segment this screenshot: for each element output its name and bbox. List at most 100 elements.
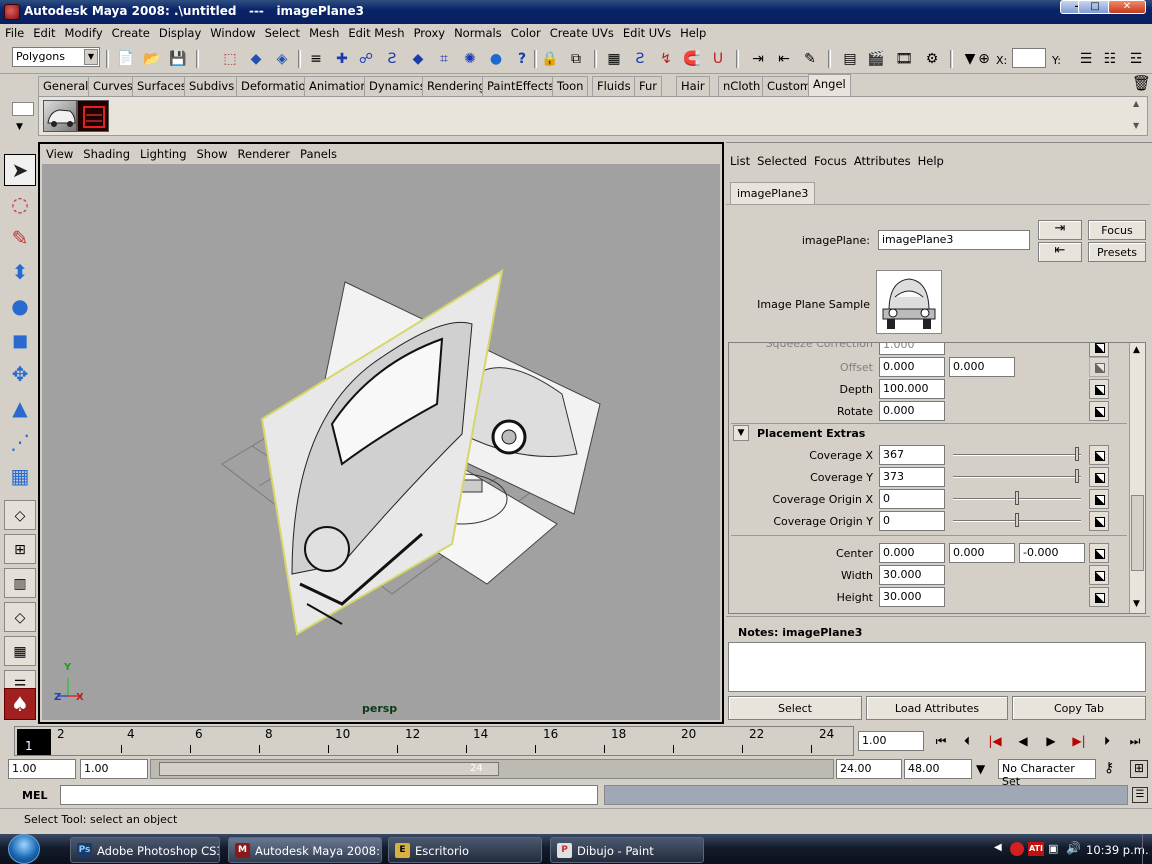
tray-ati-icon[interactable]: ATI bbox=[1028, 842, 1044, 856]
scale-tool-icon[interactable]: ◼ bbox=[4, 324, 36, 356]
map-button-icon[interactable] bbox=[1089, 565, 1109, 585]
absolute-transform-icon[interactable]: ⊕ bbox=[974, 49, 994, 69]
viewport-menu-view[interactable]: View bbox=[40, 144, 77, 161]
trash-icon[interactable]: 🗑 bbox=[1132, 74, 1151, 92]
current-frame-marker[interactable]: 1 bbox=[17, 729, 51, 755]
layout-single-perspective-icon[interactable]: ◇ bbox=[4, 500, 36, 530]
scrollbar-thumb[interactable] bbox=[1131, 495, 1144, 571]
mel-label[interactable]: MEL bbox=[22, 789, 47, 802]
task-escritorio[interactable]: E Escritorio bbox=[388, 837, 542, 863]
viewport-menu-renderer[interactable]: Renderer bbox=[232, 144, 295, 161]
mel-command-input[interactable] bbox=[60, 785, 598, 805]
coverage-origin-y-slider[interactable] bbox=[953, 513, 1081, 529]
shelf-car-front-icon[interactable] bbox=[77, 100, 109, 132]
menu-proxy[interactable]: Proxy bbox=[409, 24, 450, 40]
mask-menu-icon[interactable]: ≡ bbox=[306, 49, 326, 69]
map-button-icon[interactable] bbox=[1089, 401, 1109, 421]
shelf-scroll-down-icon[interactable]: ▼ bbox=[1133, 121, 1139, 130]
offset-x-field[interactable]: 0.000 bbox=[879, 357, 945, 377]
range-slider[interactable]: 24 bbox=[150, 759, 834, 779]
character-set-field[interactable]: No Character Set bbox=[998, 759, 1096, 788]
menu-help[interactable]: Help bbox=[675, 24, 710, 40]
viewport-menu-panels[interactable]: Panels bbox=[294, 144, 341, 161]
x-input[interactable] bbox=[1012, 48, 1046, 68]
tray-volume-icon[interactable]: 🔊 bbox=[1066, 841, 1081, 855]
move-tool-icon[interactable]: ⬍ bbox=[4, 256, 36, 288]
scroll-down-icon[interactable]: ▼ bbox=[1133, 599, 1140, 609]
shelf-tab-fur[interactable]: Fur bbox=[634, 76, 663, 96]
help-icon[interactable]: ? bbox=[512, 49, 532, 69]
playback-end-field[interactable]: 24.00 bbox=[836, 759, 902, 779]
maximize-button[interactable]: □ bbox=[1078, 0, 1112, 14]
map-button-icon[interactable] bbox=[1089, 467, 1109, 487]
current-time-field[interactable]: 1.00 bbox=[858, 731, 924, 751]
menu-window[interactable]: Window bbox=[205, 24, 259, 40]
output-connections-icon[interactable]: ⇤ bbox=[1038, 242, 1082, 262]
menu-edit-uvs[interactable]: Edit UVs bbox=[618, 24, 675, 40]
shelf-options-icon[interactable]: ▼ bbox=[16, 122, 23, 132]
snap-curve-icon[interactable]: ☍ bbox=[356, 49, 376, 69]
menu-display[interactable]: Display bbox=[154, 24, 205, 40]
tool-settings-toggle-icon[interactable]: ☲ bbox=[1126, 49, 1146, 69]
menu-edit[interactable]: Edit bbox=[28, 24, 59, 40]
shelf-car-side-icon[interactable] bbox=[43, 100, 77, 132]
play-backwards-icon[interactable]: ◀ bbox=[1012, 730, 1034, 752]
close-button[interactable]: ✕ bbox=[1108, 0, 1146, 14]
coverage-x-slider[interactable] bbox=[953, 447, 1081, 463]
range-slider-handle[interactable]: 24 bbox=[159, 762, 499, 776]
focus-button[interactable]: Focus bbox=[1088, 220, 1146, 240]
input-connections-icon[interactable]: ⇥ bbox=[1038, 220, 1082, 240]
rotate-tool-icon[interactable]: ● bbox=[4, 290, 36, 322]
time-slider[interactable]: 1 2 4 6 8 10 12 14 16 18 20 22 24 bbox=[14, 726, 854, 756]
shelf-menu-button[interactable] bbox=[12, 102, 34, 116]
tray-expand-icon[interactable]: ◀ bbox=[994, 842, 1002, 853]
save-scene-icon[interactable]: 💾 bbox=[168, 49, 188, 69]
map-button-icon[interactable] bbox=[1089, 445, 1109, 465]
perspective-viewport[interactable]: Y Z X persp bbox=[42, 164, 720, 720]
map-button-icon[interactable] bbox=[1089, 543, 1109, 563]
chevron-down-icon[interactable]: ▼ bbox=[976, 762, 985, 776]
menu-normals[interactable]: Normals bbox=[449, 24, 506, 40]
center-y-field[interactable]: 0.000 bbox=[949, 543, 1015, 563]
layout-four-view-icon[interactable]: ⊞ bbox=[4, 534, 36, 564]
menu-edit-mesh[interactable]: Edit Mesh bbox=[343, 24, 408, 40]
attributes-scrollbar[interactable]: ▲ ▼ bbox=[1129, 343, 1145, 613]
map-button-icon[interactable] bbox=[1089, 379, 1109, 399]
ae-menu-focus[interactable]: Focus bbox=[810, 152, 850, 168]
construction-output-icon[interactable]: ↯ bbox=[656, 49, 676, 69]
shelf-tab-surfaces[interactable]: Surfaces bbox=[132, 76, 192, 96]
play-forwards-icon[interactable]: ▶ bbox=[1040, 730, 1062, 752]
coverage-origin-x-slider[interactable] bbox=[953, 491, 1081, 507]
select-object-icon[interactable]: ◆ bbox=[246, 49, 266, 69]
map-button-icon[interactable] bbox=[1089, 343, 1109, 357]
show-manipulator-icon[interactable]: ⋰ bbox=[4, 426, 36, 458]
step-forward-key-icon[interactable]: ▶| bbox=[1068, 730, 1090, 752]
start-time-field[interactable]: 1.00 bbox=[8, 759, 76, 779]
menu-select[interactable]: Select bbox=[260, 24, 304, 40]
ae-menu-list[interactable]: List bbox=[726, 152, 753, 168]
map-button-icon[interactable] bbox=[1089, 489, 1109, 509]
shelf-tab-fluids[interactable]: Fluids bbox=[592, 76, 636, 96]
placement-extras-header[interactable]: Placement Extras bbox=[757, 427, 865, 440]
ipr-render-icon[interactable]: 🎞 bbox=[894, 49, 914, 69]
layout-outliner-persp-icon[interactable]: ▥ bbox=[4, 568, 36, 598]
offset-y-field[interactable]: 0.000 bbox=[949, 357, 1015, 377]
viewport-menu-shading[interactable]: Shading bbox=[77, 144, 134, 161]
show-desktop-button[interactable] bbox=[1142, 834, 1152, 864]
step-back-key-icon[interactable]: |◀ bbox=[984, 730, 1006, 752]
playback-start-field[interactable]: 1.00 bbox=[80, 759, 148, 779]
coverage-y-field[interactable]: 373 bbox=[879, 467, 945, 487]
output-connections-icon[interactable]: ⇤ bbox=[774, 49, 794, 69]
select-button[interactable]: Select bbox=[728, 696, 862, 720]
shelf-tab-ncloth[interactable]: nCloth bbox=[718, 76, 766, 96]
snap-view-plane-icon[interactable]: ◆ bbox=[408, 49, 428, 69]
select-tool-icon[interactable]: ➤ bbox=[4, 154, 36, 186]
notes-textarea[interactable] bbox=[728, 642, 1146, 692]
tray-antivirus-icon[interactable] bbox=[1010, 842, 1024, 856]
maya-app-icon[interactable] bbox=[4, 4, 20, 20]
attributes-scroll-area[interactable]: Squeeze Correction 1.000 Offset 0.000 0.… bbox=[728, 342, 1146, 614]
magnet-icon[interactable]: 🧲 bbox=[682, 49, 702, 69]
imageplane-node-field[interactable]: imagePlane3 bbox=[878, 230, 1030, 250]
attribute-editor-toggle-icon[interactable]: ☷ bbox=[1100, 49, 1120, 69]
last-tool-icon[interactable]: ▦ bbox=[4, 460, 36, 492]
